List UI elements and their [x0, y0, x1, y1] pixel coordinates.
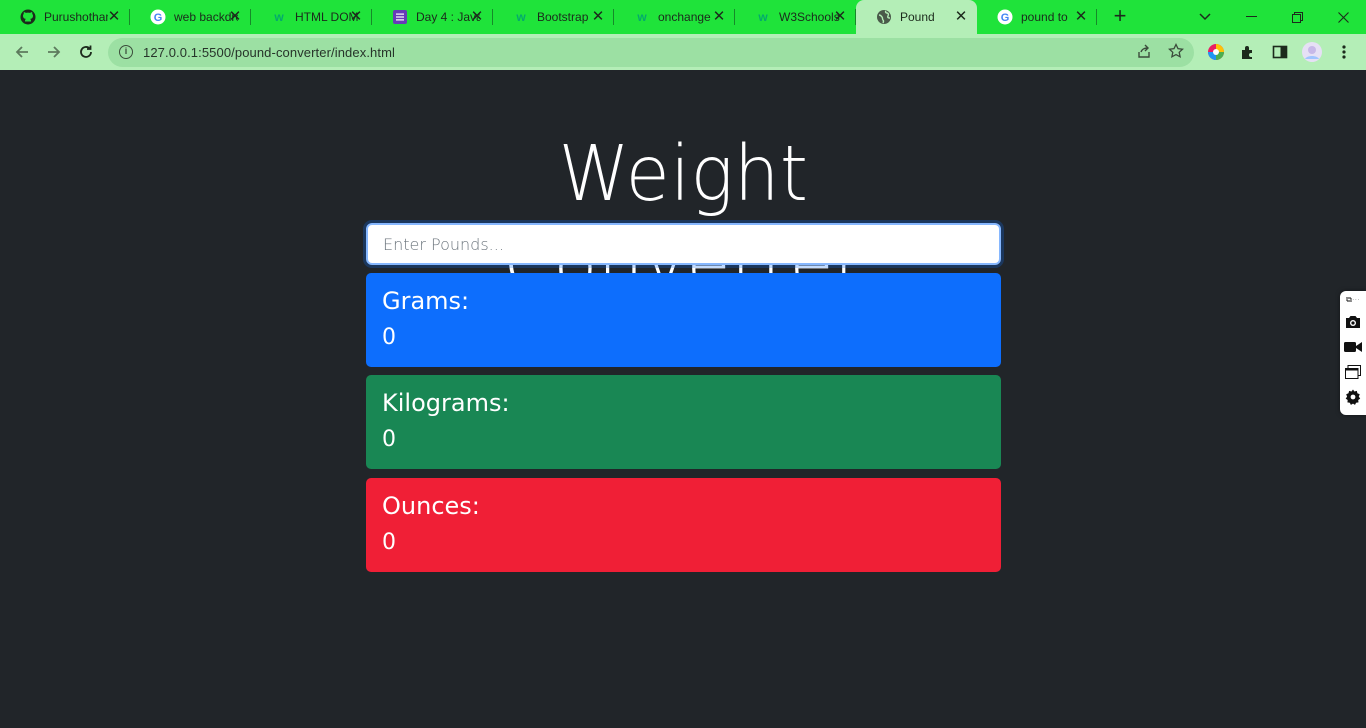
close-icon[interactable]: ✕ — [227, 9, 243, 25]
bookmark-star-icon[interactable] — [1166, 42, 1186, 63]
profile-avatar[interactable] — [1302, 42, 1322, 62]
grams-card: Grams: 0 — [366, 273, 1001, 367]
pounds-input[interactable] — [363, 220, 1004, 268]
screenshot-toolbar-widget: ⧉⋯ — [1340, 291, 1366, 415]
back-button[interactable] — [8, 38, 36, 66]
globe-icon — [876, 9, 892, 25]
tab-onchange[interactable]: w onchange ✕ — [614, 0, 735, 34]
tab-w3schools[interactable]: w W3Schools ✕ — [735, 0, 856, 34]
window-capture-icon[interactable] — [1340, 359, 1366, 384]
page-content: Weight Converter Grams: 0 Kilograms: 0 O… — [0, 70, 1366, 728]
new-tab-button[interactable]: + — [1108, 5, 1132, 29]
w3schools-icon: w — [637, 10, 647, 24]
tab-pound[interactable]: Pound ✕ — [856, 0, 977, 34]
forward-button[interactable] — [40, 38, 68, 66]
close-icon[interactable]: ✕ — [590, 9, 606, 25]
forms-icon — [392, 9, 408, 25]
ounces-label: Ounces: — [382, 492, 480, 520]
tab-separator — [1096, 9, 1097, 25]
kilograms-card: Kilograms: 0 — [366, 375, 1001, 469]
github-icon — [20, 9, 36, 25]
tab-pound-to[interactable]: G pound to ✕ — [977, 0, 1097, 34]
settings-gear-icon[interactable] — [1340, 384, 1366, 409]
browser-toolbar: i 127.0.0.1:5500/pound-converter/index.h… — [0, 34, 1366, 70]
kilograms-label: Kilograms: — [382, 389, 510, 417]
close-icon[interactable]: ✕ — [711, 9, 727, 25]
close-icon[interactable]: ✕ — [469, 9, 485, 25]
tab-bootstrap[interactable]: w Bootstrap ✕ — [493, 0, 614, 34]
restore-button[interactable] — [1274, 0, 1320, 34]
close-icon[interactable]: ✕ — [348, 9, 364, 25]
url-text: 127.0.0.1:5500/pound-converter/index.htm… — [143, 45, 395, 60]
close-icon[interactable]: ✕ — [106, 9, 122, 25]
ounces-value: 0 — [382, 530, 396, 555]
svg-text:G: G — [154, 12, 163, 24]
tab-web-backdrop[interactable]: G web backdrop ✕ — [130, 0, 251, 34]
google-icon: G — [997, 9, 1013, 25]
puzzle-extensions-icon[interactable] — [1238, 42, 1258, 62]
w3schools-icon: w — [274, 10, 284, 24]
share-icon[interactable] — [1134, 43, 1154, 63]
tab-html-dom[interactable]: w HTML DOM ✕ — [251, 0, 372, 34]
ounces-card: Ounces: 0 — [366, 478, 1001, 572]
grams-value: 0 — [382, 325, 396, 350]
w3schools-icon: w — [516, 10, 526, 24]
google-icon: G — [150, 9, 166, 25]
close-icon[interactable]: ✕ — [832, 9, 848, 25]
w3schools-icon: w — [758, 10, 768, 24]
svg-text:G: G — [1001, 12, 1010, 24]
minimize-button[interactable] — [1228, 0, 1274, 34]
tab-title: Purushotham — [44, 10, 108, 24]
info-icon[interactable]: i — [119, 45, 133, 59]
tab-strip: Purushotham ✕ G web backdrop ✕ w HTML DO… — [0, 0, 1366, 34]
tab-github[interactable]: Purushotham ✕ — [0, 0, 130, 34]
widget-menu-icon[interactable]: ⧉⋯ — [1340, 291, 1366, 309]
tab-search-chevron-icon[interactable] — [1182, 0, 1228, 34]
color-extension-icon[interactable] — [1206, 42, 1226, 62]
tab-day4-javascript[interactable]: Day 4 : JavaScript ✕ — [372, 0, 493, 34]
side-panel-icon[interactable] — [1270, 42, 1290, 62]
menu-kebab-icon[interactable] — [1334, 42, 1354, 62]
address-bar[interactable]: i 127.0.0.1:5500/pound-converter/index.h… — [108, 38, 1194, 67]
window-close-button[interactable] — [1320, 0, 1366, 34]
close-icon[interactable]: ✕ — [1073, 9, 1089, 25]
close-icon[interactable]: ✕ — [953, 9, 969, 25]
reload-button[interactable] — [72, 38, 100, 66]
kilograms-value: 0 — [382, 427, 396, 452]
grams-label: Grams: — [382, 287, 470, 315]
camera-icon[interactable] — [1340, 309, 1366, 334]
video-camera-icon[interactable] — [1340, 334, 1366, 359]
